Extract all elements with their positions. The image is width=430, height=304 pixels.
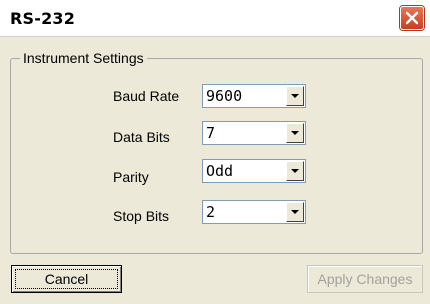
chevron-down-icon[interactable] (286, 86, 304, 106)
parity-value: Odd (206, 162, 234, 180)
chevron-down-icon[interactable] (286, 161, 304, 181)
title-bar[interactable]: RS-232 (0, 0, 430, 37)
baud-rate-dropdown[interactable]: 9600 (202, 84, 306, 108)
chevron-down-icon[interactable] (286, 123, 304, 143)
data-bits-label: Data Bits (113, 129, 170, 145)
apply-label: Apply Changes (317, 271, 413, 287)
parity-dropdown[interactable]: Odd (202, 159, 306, 183)
baud-rate-label: Baud Rate (113, 88, 180, 104)
rs232-dialog: RS-232 Instrument Settings Baud Rate 960… (0, 0, 430, 304)
cancel-label: Cancel (44, 271, 89, 287)
data-bits-value: 7 (206, 124, 216, 142)
stop-bits-label: Stop Bits (113, 208, 170, 224)
parity-label: Parity (113, 169, 149, 185)
apply-changes-button[interactable]: Apply Changes (307, 265, 423, 293)
baud-rate-value: 9600 (206, 87, 243, 105)
chevron-down-icon[interactable] (286, 202, 304, 222)
close-button[interactable] (400, 6, 424, 30)
group-label: Instrument Settings (20, 50, 147, 66)
stop-bits-value: 2 (206, 203, 216, 221)
cancel-button[interactable]: Cancel (11, 265, 122, 293)
stop-bits-dropdown[interactable]: 2 (202, 200, 306, 224)
window-title: RS-232 (10, 9, 76, 28)
data-bits-dropdown[interactable]: 7 (202, 121, 306, 145)
close-icon (405, 11, 419, 25)
